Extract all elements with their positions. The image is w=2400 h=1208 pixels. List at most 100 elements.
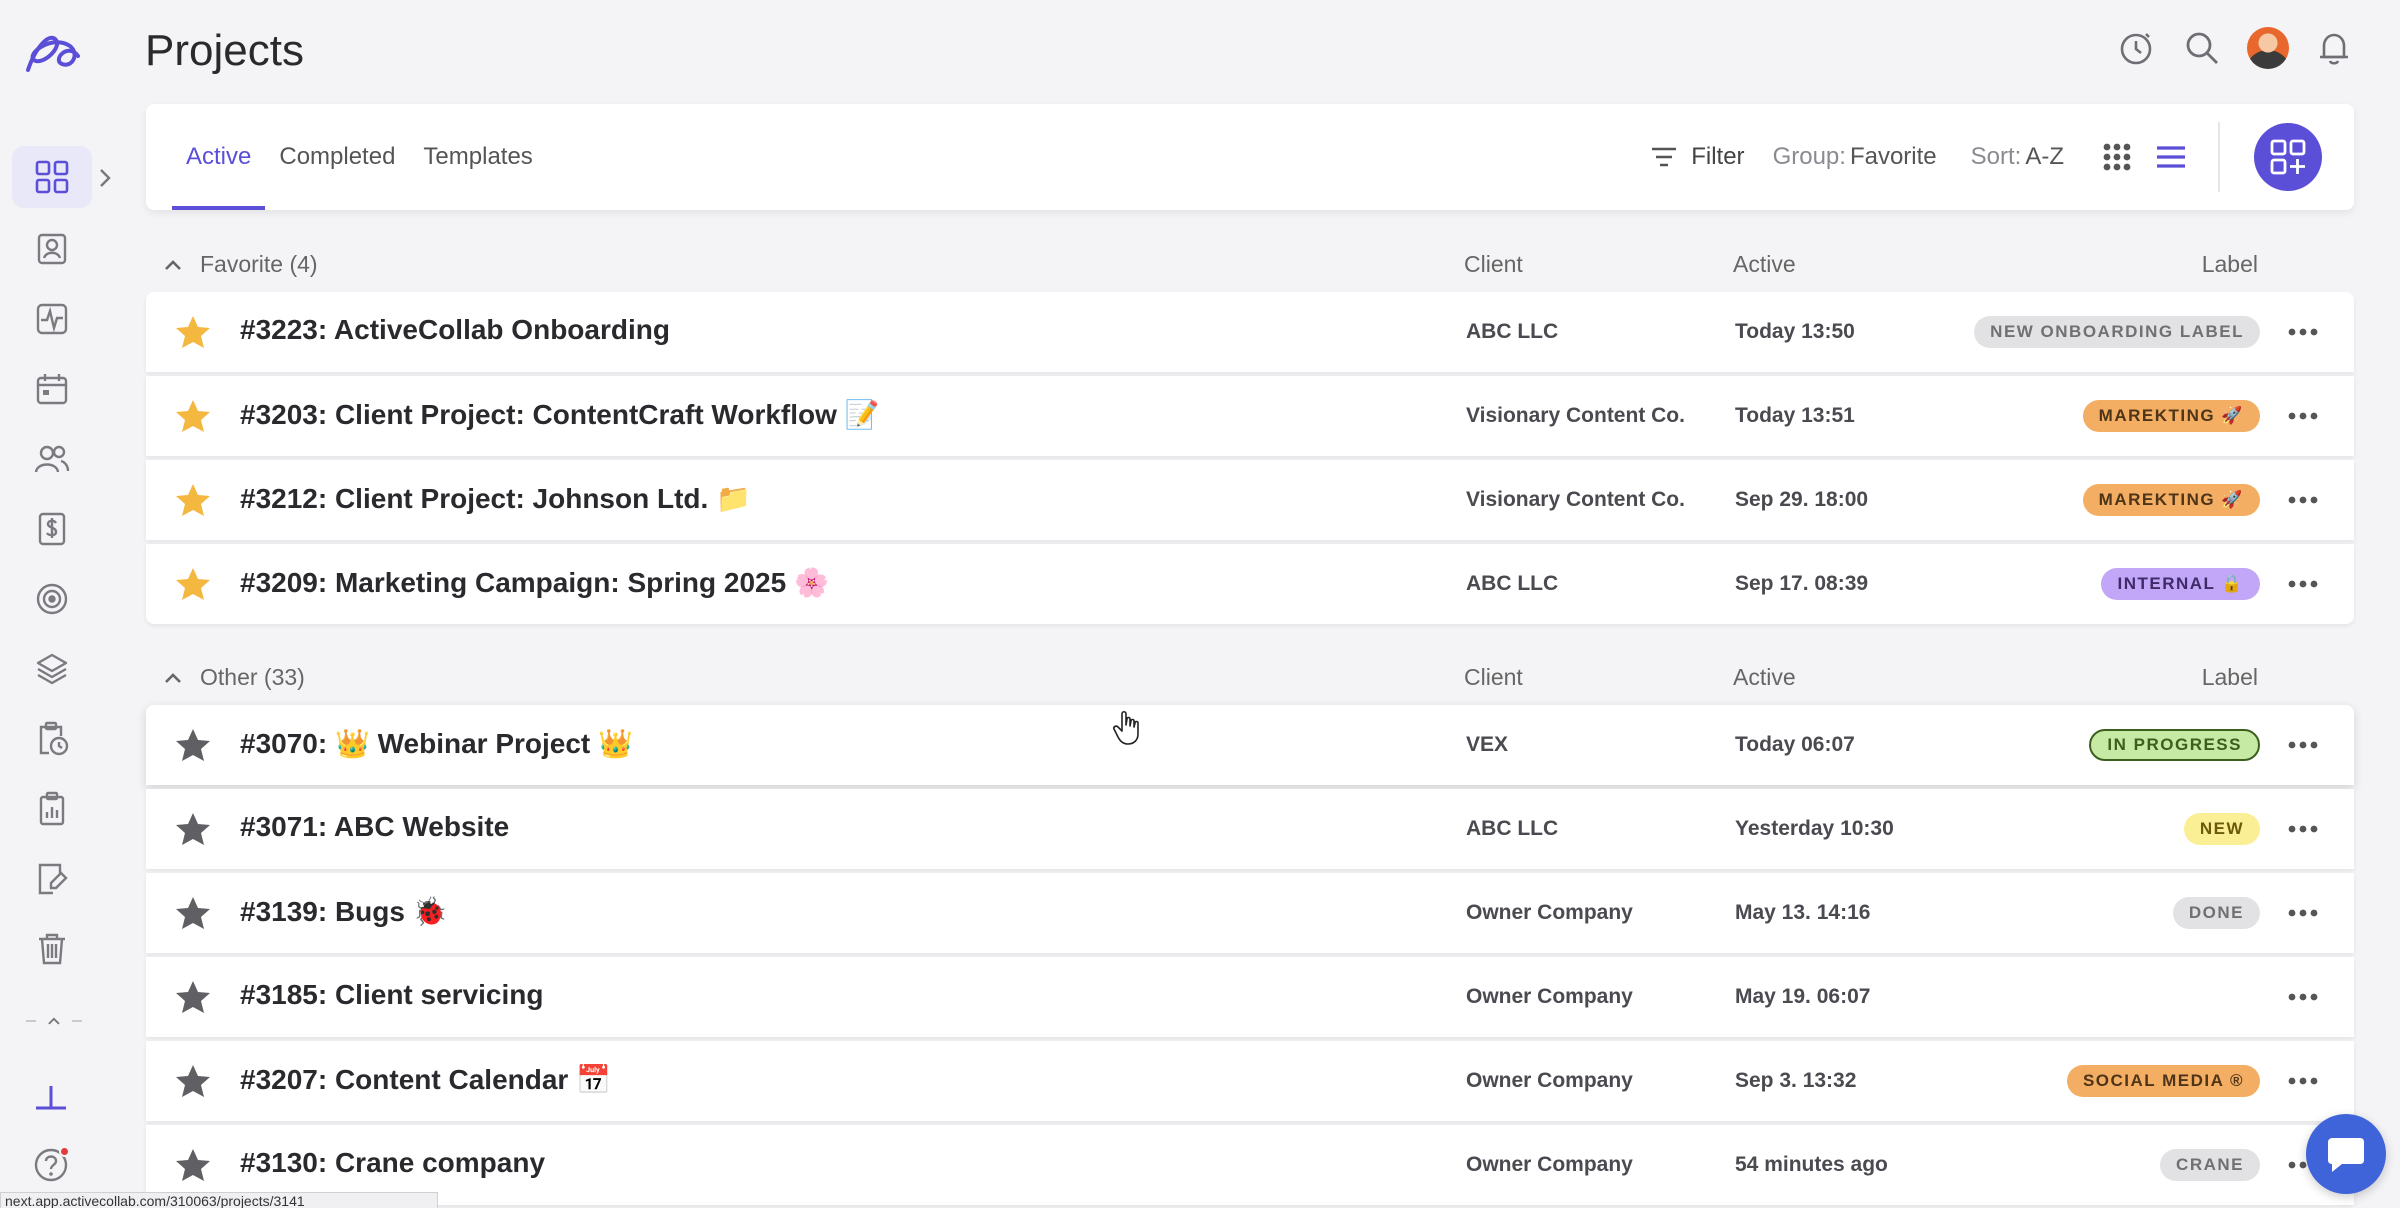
toolbar: Filter Group: Favorite Sort: A-Z — [1649, 104, 2322, 210]
help-button[interactable] — [30, 1144, 72, 1186]
search-button[interactable] — [2180, 26, 2224, 70]
layers-icon — [36, 653, 68, 685]
group-button[interactable]: Group: Favorite — [1773, 143, 1937, 171]
chevron-right-icon[interactable] — [94, 166, 116, 190]
hand-cursor-icon — [1113, 710, 1139, 745]
sidebar-item-team[interactable] — [12, 428, 92, 490]
project-row[interactable]: #3070: 👑 Webinar Project 👑 VEX Today 06:… — [146, 705, 2354, 785]
project-title[interactable]: #3209: Marketing Campaign: Spring 2025 🌸 — [240, 566, 829, 599]
notifications-button[interactable] — [2312, 26, 2356, 70]
star-icon[interactable] — [174, 895, 212, 931]
project-label-badge: CRANE — [2160, 1149, 2260, 1181]
sidebar-item-invoices[interactable] — [12, 498, 92, 560]
project-client: VEX — [1466, 733, 1509, 756]
star-icon[interactable] — [174, 314, 212, 350]
project-row[interactable]: #3203: Client Project: ContentCraft Work… — [146, 376, 2354, 456]
project-title[interactable]: #3223: ActiveCollab Onboarding — [240, 314, 670, 346]
column-label[interactable]: Label — [2202, 664, 2258, 691]
column-label[interactable]: Label — [2202, 251, 2258, 278]
more-options-icon[interactable] — [2286, 572, 2320, 596]
project-title[interactable]: #3185: Client servicing — [240, 979, 543, 1011]
column-client[interactable]: Client — [1464, 664, 1523, 691]
project-active: Sep 17. 08:39 — [1735, 572, 1869, 595]
sort-button[interactable]: Sort: A-Z — [1971, 143, 2064, 171]
project-client: ABC LLC — [1466, 320, 1559, 343]
dollar-icon — [38, 512, 66, 546]
sort-value: A-Z — [2025, 143, 2064, 170]
sidebar-item-calendar[interactable] — [12, 358, 92, 420]
sidebar-item-projects[interactable] — [12, 146, 92, 208]
sidebar-item-trash[interactable] — [12, 918, 92, 980]
star-icon[interactable] — [174, 482, 212, 518]
project-row[interactable]: #3139: Bugs 🐞 Owner Company May 13. 14:1… — [146, 873, 2354, 953]
filter-button[interactable]: Filter — [1649, 142, 1745, 172]
group-toggle[interactable]: Other (33) — [162, 664, 305, 691]
more-options-icon[interactable] — [2286, 985, 2320, 1009]
more-options-icon[interactable] — [2286, 901, 2320, 925]
more-options-icon[interactable] — [2286, 733, 2320, 757]
star-icon[interactable] — [174, 566, 212, 602]
more-options-icon[interactable] — [2286, 817, 2320, 841]
more-options-icon[interactable] — [2286, 488, 2320, 512]
chat-button[interactable] — [2306, 1114, 2386, 1194]
stopwatch-icon — [2120, 33, 2152, 65]
project-title[interactable]: #3212: Client Project: Johnson Ltd. 📁 — [240, 482, 751, 515]
star-icon[interactable] — [174, 1063, 212, 1099]
tab-templates[interactable]: Templates — [409, 104, 546, 210]
star-icon[interactable] — [174, 979, 212, 1015]
project-active: Today 06:07 — [1735, 733, 1855, 756]
header-actions — [2114, 26, 2356, 70]
star-icon[interactable] — [174, 398, 212, 434]
more-options-icon[interactable] — [2286, 320, 2320, 344]
project-title[interactable]: #3070: 👑 Webinar Project 👑 — [240, 727, 633, 760]
tab-active[interactable]: Active — [172, 104, 266, 210]
column-active[interactable]: Active — [1733, 664, 1796, 691]
project-title[interactable]: #3203: Client Project: ContentCraft Work… — [240, 398, 880, 431]
project-client: Owner Company — [1466, 1153, 1633, 1176]
add-icon[interactable] — [30, 1082, 72, 1112]
project-title[interactable]: #3207: Content Calendar 📅 — [240, 1063, 611, 1096]
star-icon[interactable] — [174, 1147, 212, 1183]
group-toggle[interactable]: Favorite (4) — [162, 251, 318, 278]
star-icon[interactable] — [174, 727, 212, 763]
grid-view-icon[interactable] — [2100, 140, 2134, 174]
timer-button[interactable] — [2114, 26, 2158, 70]
project-row[interactable]: #3212: Client Project: Johnson Ltd. 📁 Vi… — [146, 460, 2354, 540]
sidebar-collapse[interactable] — [16, 1006, 92, 1036]
project-label-badge: DONE — [2172, 897, 2260, 929]
project-row[interactable]: #3209: Marketing Campaign: Spring 2025 🌸… — [146, 544, 2354, 624]
app-logo[interactable] — [22, 26, 84, 76]
sidebar-item-goals[interactable] — [12, 568, 92, 630]
project-row[interactable]: #3223: ActiveCollab Onboarding ABC LLC T… — [146, 292, 2354, 372]
project-client: ABC LLC — [1466, 817, 1559, 840]
more-options-icon[interactable] — [2286, 404, 2320, 428]
more-options-icon[interactable] — [2286, 1069, 2320, 1093]
project-client: Owner Company — [1466, 985, 1633, 1008]
project-title[interactable]: #3139: Bugs 🐞 — [240, 895, 448, 928]
project-title[interactable]: #3071: ABC Website — [240, 811, 509, 843]
project-row[interactable]: #3071: ABC Website ABC LLC Yesterday 10:… — [146, 789, 2354, 869]
sidebar-item-people[interactable] — [12, 218, 92, 280]
list-view-icon[interactable] — [2154, 140, 2188, 174]
project-row[interactable]: #3207: Content Calendar 📅 Owner Company … — [146, 1041, 2354, 1121]
sidebar-item-notes[interactable] — [12, 848, 92, 910]
column-client[interactable]: Client — [1464, 251, 1523, 278]
project-row[interactable]: #3130: Crane company Owner Company 54 mi… — [146, 1125, 2354, 1205]
sidebar-item-templates[interactable] — [12, 638, 92, 700]
star-icon[interactable] — [174, 811, 212, 847]
trash-icon — [39, 933, 65, 965]
project-row[interactable]: #3185: Client servicing Owner Company Ma… — [146, 957, 2354, 1037]
user-menu-button[interactable] — [2246, 26, 2290, 70]
new-project-button[interactable] — [2254, 123, 2322, 191]
chat-bubble-icon — [2328, 1138, 2364, 1172]
tab-completed[interactable]: Completed — [265, 104, 409, 210]
sidebar-item-reports[interactable] — [12, 778, 92, 840]
sidebar-item-timesheet[interactable] — [12, 708, 92, 770]
sidebar-item-activity[interactable] — [12, 288, 92, 350]
project-title[interactable]: #3130: Crane company — [240, 1147, 545, 1179]
project-active: Yesterday 10:30 — [1735, 817, 1894, 840]
team-icon — [34, 445, 70, 473]
project-label-badge: IN PROGRESS — [2089, 729, 2260, 761]
column-active[interactable]: Active — [1733, 251, 1796, 278]
filter-icon — [1652, 147, 1677, 167]
